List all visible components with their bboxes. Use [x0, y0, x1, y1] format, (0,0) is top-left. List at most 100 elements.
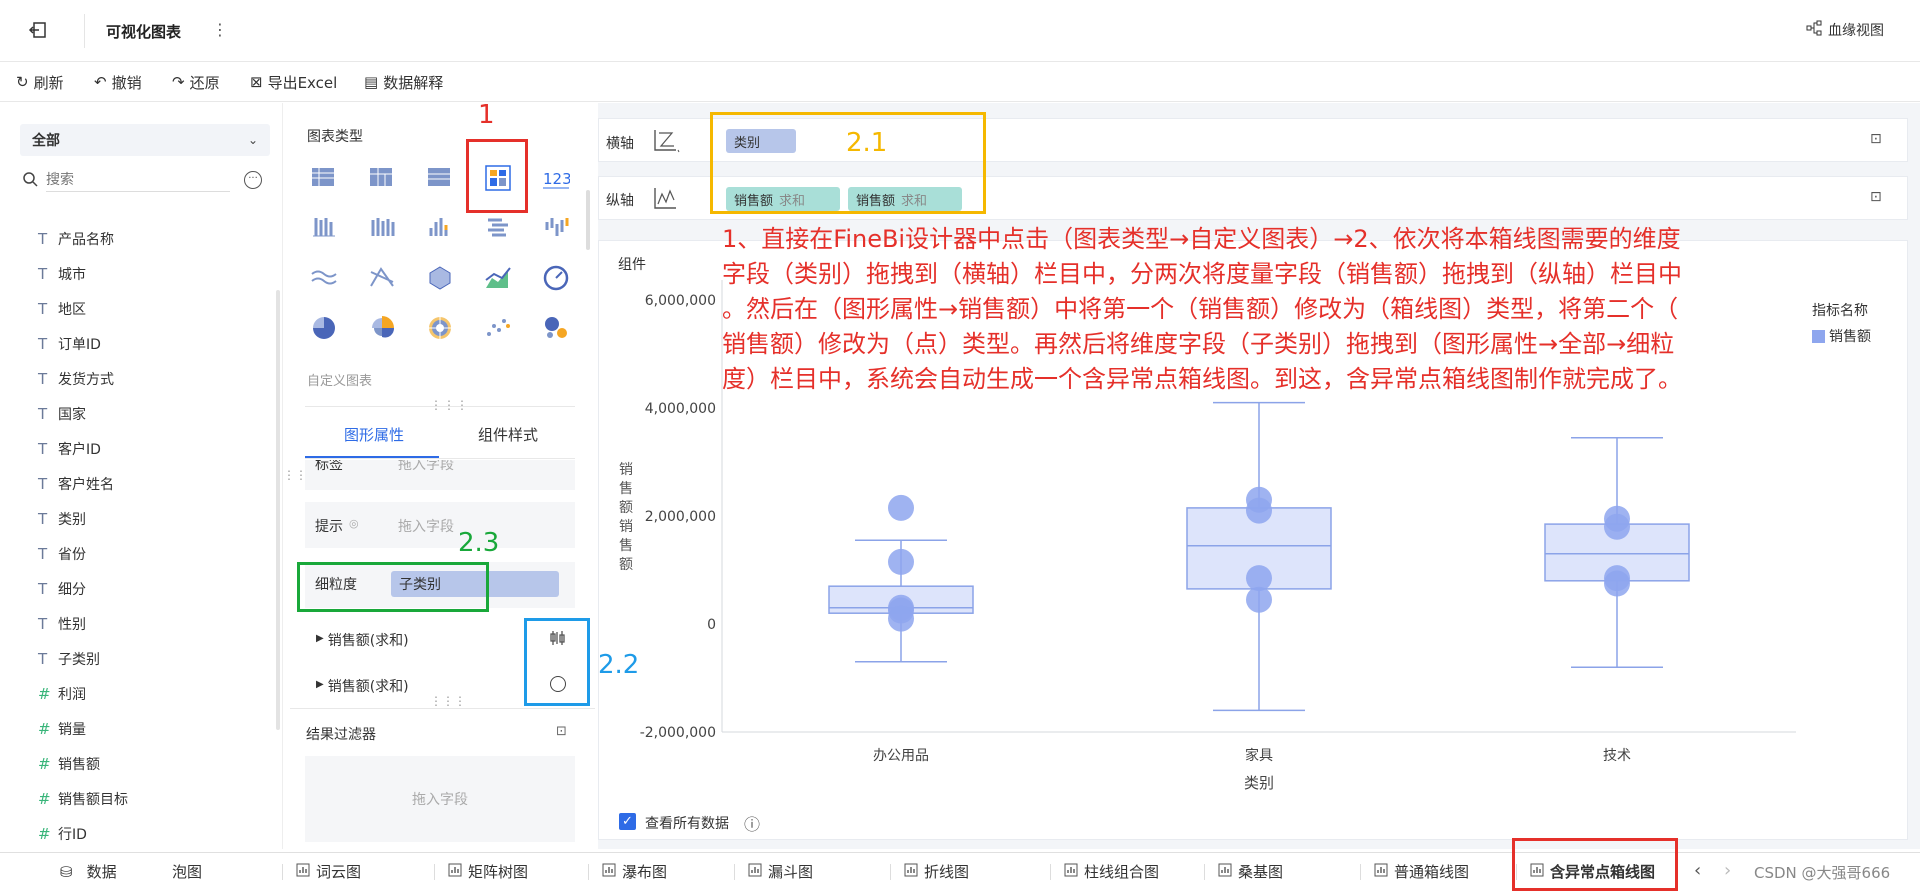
redo-button[interactable]: ↷ 还原	[172, 71, 220, 93]
refresh-button[interactable]: ↻ 刷新	[16, 71, 64, 93]
y-tick-label: 6,000,000	[645, 293, 716, 309]
undo-button[interactable]: ↶ 撤销	[94, 71, 142, 93]
pane-resize-handle[interactable]: ⋮⋮	[283, 468, 307, 482]
sheet-tab[interactable]: 折线图	[904, 852, 969, 891]
measure-item-1[interactable]: ▶ 销售额(求和)	[316, 630, 409, 650]
scrollbar[interactable]	[276, 290, 280, 730]
field-item[interactable]: T 细分	[38, 577, 86, 601]
field-item[interactable]: T 发货方式	[38, 367, 114, 391]
data-tab[interactable]: ⛁ 数据	[60, 852, 117, 891]
line-chart-icon[interactable]	[306, 260, 342, 296]
field-item[interactable]: T 客户姓名	[38, 472, 114, 496]
sheet-tab[interactable]: 桑基图	[1218, 852, 1283, 891]
field-item[interactable]: # 销量	[38, 717, 86, 741]
data-explain-button[interactable]: ▤ 数据解释	[364, 71, 443, 93]
filter-drop-slot[interactable]: 拖入字段	[305, 756, 575, 842]
measure-item-2[interactable]: ▶ 销售额(求和)	[316, 676, 409, 696]
legend-item[interactable]: 销售额	[1812, 326, 1871, 346]
field-scope-value: 全部	[32, 133, 60, 149]
tab-separator	[734, 864, 735, 880]
filter-lock-icon[interactable]: ⊡	[556, 724, 567, 739]
field-item[interactable]: # 利润	[38, 682, 86, 706]
info-icon[interactable]: ⓘ	[744, 811, 760, 835]
tooltip-slot-placeholder: 拖入字段	[398, 519, 454, 535]
area-chart-icon[interactable]	[480, 260, 516, 296]
pie-chart-icon[interactable]	[306, 310, 342, 346]
x-tick-label: 技术	[1603, 748, 1631, 764]
gauge-chart-icon[interactable]	[538, 260, 574, 296]
back-icon[interactable]	[28, 20, 48, 40]
bubble-chart-icon[interactable]	[538, 310, 574, 346]
mid-scrollbar[interactable]	[586, 190, 590, 250]
more-menu-icon[interactable]: ⋮	[212, 20, 228, 39]
label-slot[interactable]: 标签 拖入字段	[305, 460, 575, 490]
sheet-tab-label: 折线图	[924, 863, 970, 881]
sheet-tab[interactable]: 漏斗图	[748, 852, 813, 891]
field-item[interactable]: T 城市	[38, 262, 86, 286]
detail-table-icon[interactable]	[422, 160, 458, 196]
range-column-icon[interactable]	[538, 210, 574, 246]
field-item[interactable]: T 订单ID	[38, 332, 101, 356]
scatter-chart-icon[interactable]	[480, 310, 516, 346]
tooltip-slot[interactable]: 提示 ◎ 拖入字段	[305, 502, 575, 548]
y-tick-label: 2,000,000	[645, 509, 716, 525]
lineage-view-button[interactable]: 血缘视图	[1806, 20, 1884, 40]
grouped-bar-icon[interactable]	[306, 210, 342, 246]
field-item[interactable]: T 省份	[38, 542, 86, 566]
field-item[interactable]: T 地区	[38, 297, 86, 321]
field-item-label: 客户ID	[58, 442, 101, 458]
field-item[interactable]: T 性别	[38, 612, 86, 636]
redo-label: 还原	[189, 73, 220, 92]
field-item[interactable]: T 类别	[38, 507, 86, 531]
field-item[interactable]: T 客户ID	[38, 437, 101, 461]
stacked-bar-icon[interactable]	[364, 210, 400, 246]
chart-sheet-icon	[1064, 863, 1078, 881]
text-field-icon: T	[38, 475, 48, 493]
multi-pie-icon[interactable]	[422, 310, 458, 346]
sheet-tab[interactable]: 矩阵树图	[448, 852, 528, 891]
page-title: 可视化图表	[106, 23, 182, 41]
sheet-tab[interactable]: 泡图	[172, 852, 202, 891]
drag-handle[interactable]: ⋮⋮⋮	[430, 398, 469, 412]
more-options-icon[interactable]: ···	[244, 171, 262, 189]
sheet-tab[interactable]: 瀑布图	[602, 852, 667, 891]
view-all-data-checkbox[interactable]: ✓	[619, 813, 636, 830]
field-item[interactable]: # 销售额目标	[38, 787, 128, 811]
field-item[interactable]: T 子类别	[38, 647, 100, 671]
field-item[interactable]: T 产品名称	[38, 227, 114, 251]
drag-handle[interactable]: ⋮⋮⋮	[430, 694, 466, 708]
data-point	[1246, 497, 1272, 524]
sheet-tab[interactable]: 词云图	[296, 852, 361, 891]
caret-right-icon: ▶	[316, 679, 324, 690]
cross-line-icon[interactable]	[364, 260, 400, 296]
field-search-input[interactable]	[46, 168, 230, 192]
sheet-tab[interactable]: 柱线组合图	[1064, 852, 1159, 891]
x-axis-setting-icon[interactable]	[652, 128, 680, 153]
kpi-number-icon[interactable]: 123	[538, 160, 574, 196]
numeric-field-icon: #	[38, 720, 51, 738]
y-axis-setting-icon[interactable]	[652, 186, 680, 212]
bar-range-icon[interactable]	[480, 210, 516, 246]
text-field-icon: T	[38, 650, 48, 668]
tab-scroll-right-icon[interactable]: ›	[1724, 860, 1731, 881]
field-item[interactable]: # 行ID	[38, 822, 87, 846]
tab-component-style[interactable]: 组件样式	[478, 424, 538, 445]
tab-scroll-left-icon[interactable]: ‹	[1694, 860, 1701, 881]
column-chart-icon[interactable]	[422, 210, 458, 246]
radar-chart-icon[interactable]	[422, 260, 458, 296]
field-scope-select[interactable]: 全部 ⌄	[20, 124, 270, 156]
sheet-tab[interactable]: 普通箱线图	[1374, 852, 1469, 891]
export-excel-button[interactable]: ⊠ 导出Excel	[250, 71, 337, 93]
crosstab-chart-icon[interactable]	[364, 160, 400, 196]
table-chart-icon[interactable]	[306, 160, 342, 196]
field-item[interactable]: T 国家	[38, 402, 86, 426]
measure-1-label: 销售额(求和)	[327, 633, 409, 649]
explain-label: 数据解释	[383, 73, 444, 92]
annotation-box-active-tab	[1512, 838, 1678, 891]
y-axis-lock-icon[interactable]: ⊡	[1870, 189, 1882, 205]
tab-shape-properties[interactable]: 图形属性	[344, 424, 404, 445]
rose-chart-icon[interactable]	[364, 310, 400, 346]
field-item[interactable]: # 销售额	[38, 752, 100, 776]
x-axis-lock-icon[interactable]: ⊡	[1870, 131, 1882, 147]
undo-label: 撤销	[111, 73, 142, 92]
